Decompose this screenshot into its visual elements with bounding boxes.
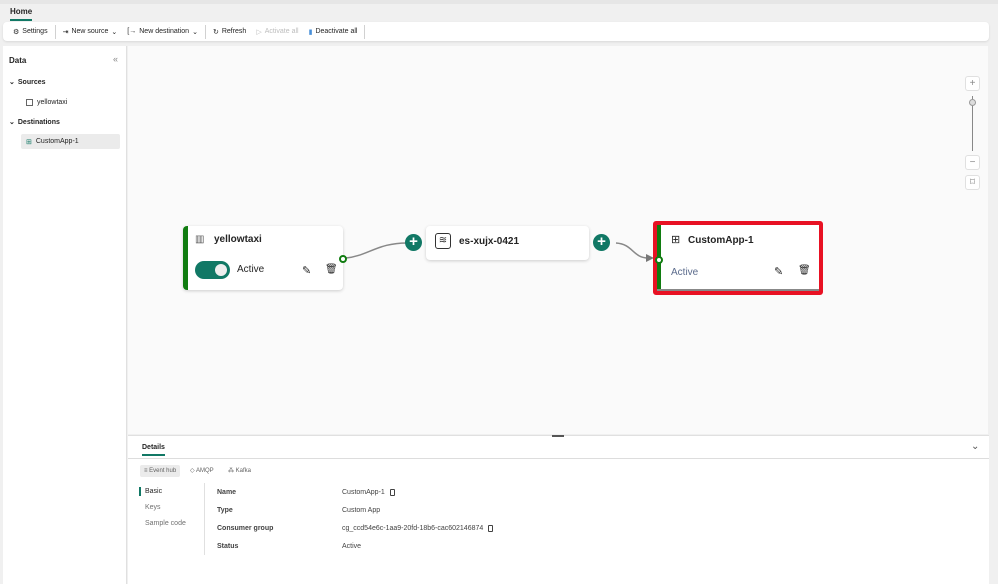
sources-group[interactable]: ⌄ Sources: [9, 78, 46, 87]
status-label: Active: [237, 264, 265, 275]
input-port[interactable]: [655, 256, 663, 264]
field-value-consumer-group: cg_ccd54e6c-1aa9-20fd-18b6-cac602146874: [342, 525, 494, 532]
edit-icon[interactable]: ✎: [302, 264, 311, 277]
edit-icon[interactable]: ✎: [774, 265, 783, 278]
activate-all-button[interactable]: ▷ Activate all: [251, 28, 303, 36]
add-icon[interactable]: +: [593, 234, 610, 251]
source-node-yellowtaxi[interactable]: ▥ yellowtaxi Active ✎ 🗑: [183, 226, 347, 290]
chart-icon: [26, 99, 33, 106]
field-value-name: CustomApp-1: [342, 489, 395, 496]
field-value-type: Custom App: [342, 507, 381, 514]
play-icon: ▷: [256, 28, 262, 36]
delete-icon[interactable]: 🗑: [798, 265, 811, 276]
chevron-down-icon[interactable]: ⌄: [971, 441, 979, 452]
zoom-out-button[interactable]: −: [965, 155, 980, 170]
eventstream-icon: ≋: [435, 233, 451, 249]
settings-button[interactable]: ⚙ Settings: [8, 28, 53, 36]
pause-icon: ▮: [308, 28, 313, 36]
toolbar: ⚙ Settings ⇥ New source ⌄ [→ New destination…: [3, 22, 989, 41]
scrollbar[interactable]: [989, 46, 998, 584]
connector-line: [615, 242, 649, 259]
refresh-button[interactable]: ↻ Refresh: [208, 28, 251, 36]
field-label: Status: [217, 543, 239, 550]
refresh-icon: ↻: [212, 28, 219, 36]
node-title: CustomApp-1: [688, 235, 754, 246]
nav-basic[interactable]: Basic: [145, 488, 162, 495]
nav-sample-code[interactable]: Sample code: [145, 520, 186, 527]
deactivate-all-button[interactable]: ▮ Deactivate all: [304, 28, 363, 36]
connector-line: [345, 242, 411, 259]
copy-icon[interactable]: [488, 525, 494, 532]
field-label: Type: [217, 507, 233, 514]
selected-indicator: [139, 487, 141, 496]
field-value-status: Active: [342, 543, 362, 550]
resize-handle[interactable]: [552, 435, 564, 437]
zoom-in-button[interactable]: +: [965, 76, 980, 91]
data-sidebar: Data « ⌄ Sources yellowtaxi ⌄ Destinations…: [3, 46, 127, 584]
delete-icon[interactable]: 🗑: [325, 264, 338, 275]
chevron-down-icon: ⌄: [9, 79, 15, 86]
fit-view-button[interactable]: ⌑: [965, 175, 980, 190]
title-strip: [0, 0, 998, 4]
zoom-slider-handle[interactable]: [969, 99, 976, 106]
details-panel: Details ⌄ ≡ Event hub ◇ AMQP ⁂ Kafka Bas…: [128, 435, 989, 584]
tab-details[interactable]: Details: [142, 444, 165, 456]
status-bar: [183, 226, 188, 290]
app-icon: ⊞: [671, 234, 681, 246]
protocol-amqp[interactable]: ◇ AMQP: [190, 465, 214, 477]
sidebar-item-yellowtaxi[interactable]: yellowtaxi: [21, 95, 120, 110]
chevron-down-icon: ⌄: [9, 119, 15, 126]
divider: [128, 458, 989, 459]
divider: [204, 483, 205, 555]
export-icon: [→: [127, 28, 137, 35]
collapse-icon[interactable]: «: [113, 54, 118, 64]
sidebar-item-customapp[interactable]: ⊞ CustomApp-1: [21, 134, 120, 149]
divider: [364, 24, 366, 39]
canvas[interactable]: ▥ yellowtaxi Active ✎ 🗑 + ≋ es-xujx-0421…: [128, 46, 988, 434]
node-title: yellowtaxi: [214, 234, 262, 245]
copy-icon[interactable]: [389, 489, 395, 496]
destinations-group[interactable]: ⌄ Destinations: [9, 118, 60, 127]
protocol-kafka[interactable]: ⁂ Kafka: [228, 465, 251, 477]
gear-icon: ⚙: [13, 28, 20, 36]
node-title: es-xujx-0421: [459, 236, 520, 247]
protocol-event-hub[interactable]: ≡ Event hub: [140, 465, 181, 477]
chevron-down-icon: ⌄: [192, 28, 198, 36]
divider: [204, 24, 206, 39]
new-destination-button[interactable]: [→ New destination ⌄: [122, 28, 203, 36]
status-label: Active: [671, 267, 699, 278]
active-toggle[interactable]: [195, 261, 230, 279]
chevron-down-icon: ⌄: [111, 28, 118, 36]
sidebar-title: Data: [9, 56, 27, 65]
nav-keys[interactable]: Keys: [145, 504, 161, 511]
output-port[interactable]: [339, 255, 347, 263]
dest-node-customapp[interactable]: ⊞ CustomApp-1 Active ✎ 🗑: [653, 221, 823, 295]
app-icon: ⊞: [26, 138, 32, 146]
tab-home[interactable]: Home: [10, 7, 33, 21]
stream-node[interactable]: ≋ es-xujx-0421: [426, 226, 589, 260]
field-label: Consumer group: [217, 525, 274, 532]
import-icon: ⇥: [62, 28, 69, 36]
new-source-button[interactable]: ⇥ New source ⌄: [58, 28, 123, 36]
divider: [54, 24, 56, 39]
field-label: Name: [217, 489, 237, 496]
add-icon[interactable]: +: [405, 234, 422, 251]
chart-icon: ▥: [195, 234, 205, 245]
